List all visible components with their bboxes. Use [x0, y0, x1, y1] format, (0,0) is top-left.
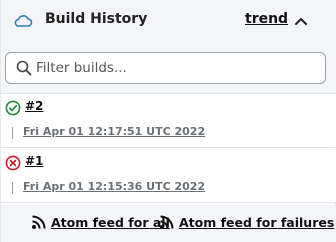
atom-feed-all-link[interactable]: Atom feed for all [31, 214, 170, 230]
build-number-link[interactable]: #2 [25, 99, 43, 113]
build-timestamp-link[interactable]: Fri Apr 01 12:17:51 UTC 2022 [23, 125, 205, 138]
chevron-up-icon[interactable] [291, 12, 311, 30]
panel-title: Build History [45, 11, 148, 27]
feed-footer: Atom feed for all Atom feed for failures [1, 205, 336, 242]
build-timestamp-link[interactable]: Fri Apr 01 12:15:36 UTC 2022 [23, 180, 205, 193]
search-icon [16, 60, 32, 76]
atom-feed-failures-label: Atom feed for failures [179, 214, 335, 230]
trend-link[interactable]: trend [245, 11, 288, 27]
rss-icon [32, 215, 46, 229]
cloud-icon [14, 15, 33, 27]
build-history-panel: Build History trend #2 Fri Apr 01 12:17:… [0, 0, 336, 242]
atom-feed-all-label: Atom feed for all [51, 214, 170, 230]
check-circle-icon [5, 100, 21, 116]
build-number-link[interactable]: #1 [25, 154, 43, 168]
build-row: #2 Fri Apr 01 12:17:51 UTC 2022 [1, 94, 336, 148]
rss-icon [160, 215, 174, 229]
build-row: #1 Fri Apr 01 12:15:36 UTC 2022 [1, 149, 336, 203]
atom-feed-failures-link[interactable]: Atom feed for failures [159, 214, 334, 230]
filter-builds-input[interactable] [36, 56, 316, 80]
x-circle-icon [5, 155, 21, 171]
filter-box [5, 52, 326, 84]
filter-area [1, 42, 336, 94]
timeline-bar [12, 182, 13, 194]
build-history-header: Build History trend [1, 0, 336, 42]
timeline-bar [12, 127, 13, 139]
